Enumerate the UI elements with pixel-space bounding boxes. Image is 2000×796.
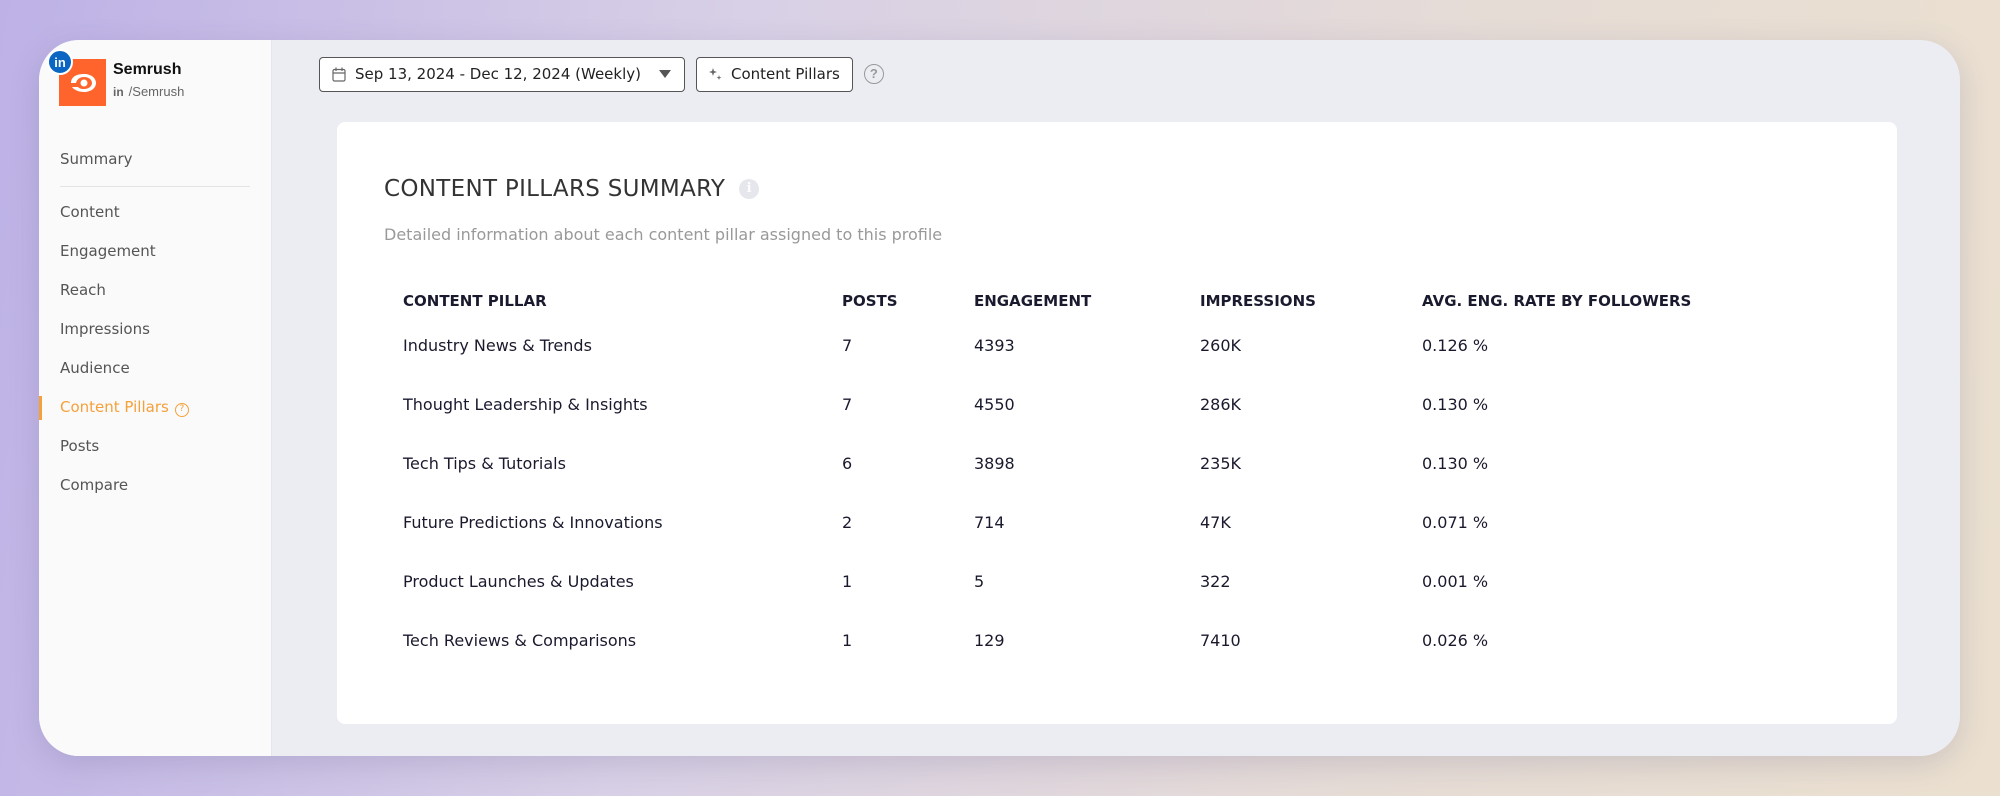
cell-posts: 7	[842, 395, 853, 414]
cell-impressions: 322	[1200, 572, 1231, 591]
profile-handle: in /Semrush	[113, 84, 184, 99]
sidebar-item-audience[interactable]: Audience	[39, 349, 272, 388]
cell-posts: 2	[842, 513, 853, 532]
table-row[interactable]: Future Predictions & Innovations 2 714 4…	[403, 493, 1752, 552]
table-row[interactable]: Product Launches & Updates 1 5 322 0.001…	[403, 552, 1752, 611]
column-header-avg-eng-rate[interactable]: AVG. ENG. RATE BY FOLLOWERS	[1422, 286, 1752, 316]
cell-pillar: Tech Reviews & Comparisons	[403, 631, 637, 650]
sidebar-item-content-pillars[interactable]: Content Pillars?	[39, 388, 272, 427]
profile-header[interactable]: in Semrush in /Semrush	[47, 49, 269, 129]
cell-impressions: 235K	[1200, 454, 1242, 473]
sidebar-nav: Summary Content Engagement Reach Impress…	[39, 140, 272, 505]
sidebar-item-summary[interactable]: Summary	[39, 140, 272, 179]
cell-impressions: 47K	[1200, 513, 1231, 532]
sparkle-icon	[709, 68, 722, 80]
cell-posts: 1	[842, 572, 853, 591]
chevron-down-icon	[659, 70, 671, 78]
cell-pillar: Thought Leadership & Insights	[403, 395, 648, 414]
sidebar-item-reach[interactable]: Reach	[39, 271, 272, 310]
cell-engagement: 3898	[974, 454, 1015, 473]
column-header-posts[interactable]: POSTS	[842, 286, 974, 316]
content-pillars-summary-card: CONTENT PILLARS SUMMARY i Detailed infor…	[337, 122, 1897, 724]
cell-posts: 7	[842, 336, 853, 355]
sidebar-item-engagement[interactable]: Engagement	[39, 232, 272, 271]
app-window: in Semrush in /Semrush Summary Content E…	[39, 40, 1960, 756]
cell-impressions: 260K	[1200, 336, 1242, 355]
table-row[interactable]: Tech Tips & Tutorials 6 3898 235K 0.130 …	[403, 434, 1752, 493]
sidebar-item-compare[interactable]: Compare	[39, 466, 272, 505]
card-title-text: CONTENT PILLARS SUMMARY	[384, 176, 726, 202]
cell-pillar: Tech Tips & Tutorials	[403, 454, 566, 473]
help-icon[interactable]: ?	[174, 403, 189, 417]
cell-pillar: Product Launches & Updates	[403, 572, 634, 591]
calendar-icon	[332, 67, 346, 82]
info-icon[interactable]: i	[739, 179, 760, 199]
cell-avg-eng-rate: 0.130 %	[1422, 395, 1489, 414]
column-header-engagement[interactable]: ENGAGEMENT	[974, 286, 1200, 316]
linkedin-small-icon: in	[113, 84, 124, 99]
cell-posts: 1	[842, 631, 853, 650]
nav-divider	[60, 186, 250, 187]
cell-engagement: 4393	[974, 336, 1015, 355]
profile-handle-text: /Semrush	[128, 84, 185, 99]
cell-avg-eng-rate: 0.126 %	[1422, 336, 1489, 355]
sidebar-item-label: Content Pillars	[60, 398, 169, 416]
table-row[interactable]: Thought Leadership & Insights 7 4550 286…	[403, 375, 1752, 434]
cell-avg-eng-rate: 0.071 %	[1422, 513, 1489, 532]
cell-pillar: Future Predictions & Innovations	[403, 513, 663, 532]
column-header-content-pillar[interactable]: CONTENT PILLAR	[403, 286, 842, 316]
linkedin-icon: in	[47, 49, 73, 75]
content-pillars-label: Content Pillars	[731, 65, 840, 83]
cell-engagement: 4550	[974, 395, 1015, 414]
toolbar: Sep 13, 2024 - Dec 12, 2024 (Weekly) Con…	[319, 56, 884, 92]
cell-impressions: 7410	[1200, 631, 1241, 650]
table-header-row: CONTENT PILLAR POSTS ENGAGEMENT IMPRESSI…	[403, 286, 1752, 316]
column-header-impressions[interactable]: IMPRESSIONS	[1200, 286, 1422, 316]
cell-avg-eng-rate: 0.001 %	[1422, 572, 1489, 591]
profile-name: Semrush	[113, 61, 182, 78]
cell-avg-eng-rate: 0.130 %	[1422, 454, 1489, 473]
cell-engagement: 714	[974, 513, 1005, 532]
sidebar: in Semrush in /Semrush Summary Content E…	[39, 40, 272, 756]
sidebar-item-impressions[interactable]: Impressions	[39, 310, 272, 349]
cell-engagement: 129	[974, 631, 1005, 650]
cell-impressions: 286K	[1200, 395, 1242, 414]
content-pillars-table: CONTENT PILLAR POSTS ENGAGEMENT IMPRESSI…	[403, 286, 1752, 670]
cell-pillar: Industry News & Trends	[403, 336, 592, 355]
cell-engagement: 5	[974, 572, 985, 591]
sidebar-item-posts[interactable]: Posts	[39, 427, 272, 466]
card-title: CONTENT PILLARS SUMMARY i	[384, 176, 760, 202]
cell-posts: 6	[842, 454, 853, 473]
content-pillars-button[interactable]: Content Pillars	[696, 56, 853, 92]
semrush-flame-icon	[70, 73, 96, 92]
table-row[interactable]: Tech Reviews & Comparisons 1 129 7410 0.…	[403, 611, 1752, 670]
table-row[interactable]: Industry News & Trends 7 4393 260K 0.126…	[403, 316, 1752, 375]
sidebar-item-content[interactable]: Content	[39, 193, 272, 232]
cell-avg-eng-rate: 0.026 %	[1422, 631, 1489, 650]
question-icon[interactable]: ?	[863, 64, 884, 84]
card-subtitle: Detailed information about each content …	[384, 225, 943, 244]
date-range-label: Sep 13, 2024 - Dec 12, 2024 (Weekly)	[355, 65, 641, 83]
date-range-selector[interactable]: Sep 13, 2024 - Dec 12, 2024 (Weekly)	[319, 56, 685, 92]
